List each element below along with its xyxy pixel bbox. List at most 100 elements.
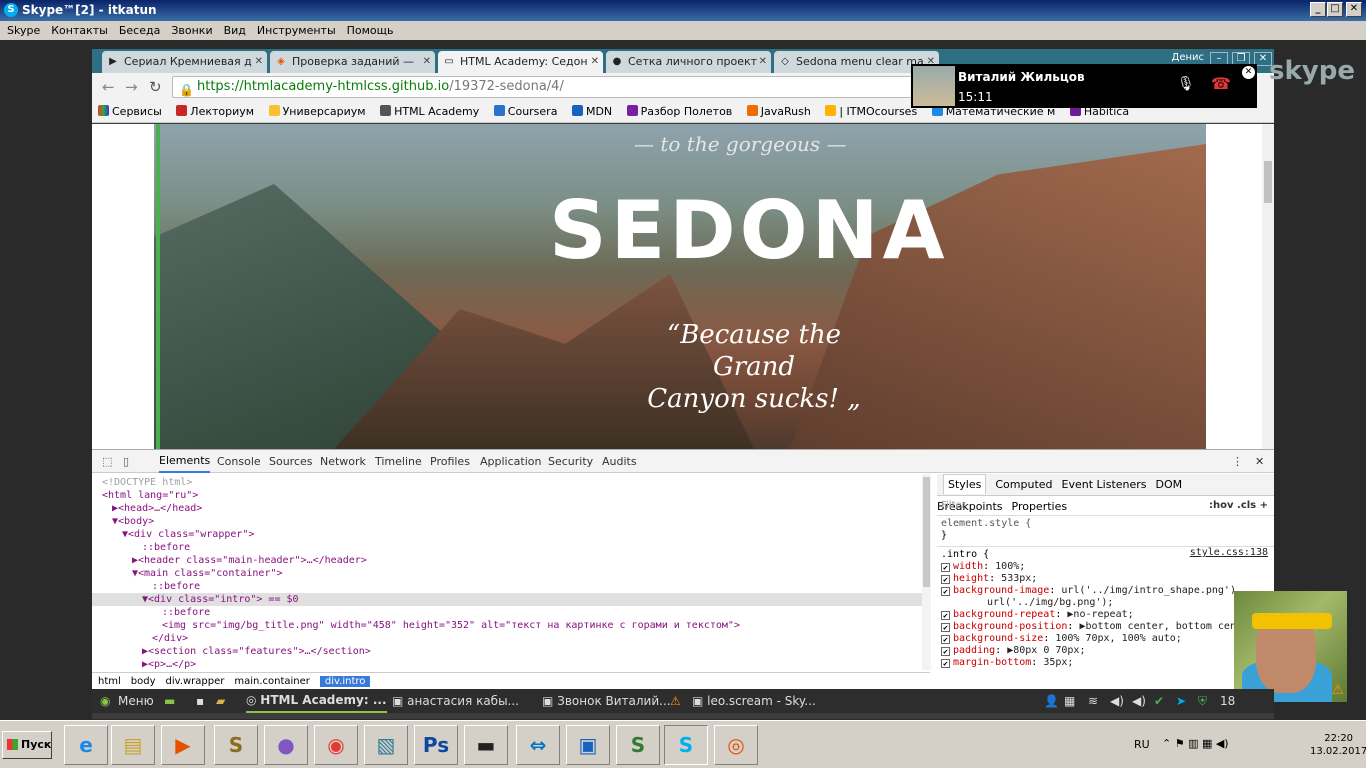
tab-console[interactable]: Console (217, 450, 261, 473)
menu-help[interactable]: Помощь (347, 24, 394, 37)
volume-icon[interactable]: ◀) (1110, 689, 1124, 713)
filter-buttons[interactable]: :hov .cls + (1209, 496, 1268, 516)
profile-name[interactable]: Денис (1172, 52, 1205, 63)
crumb-main[interactable]: main.container (234, 676, 310, 687)
chrome-icon[interactable]: ◉ (314, 725, 358, 765)
hang-up-icon[interactable]: ☎ (1211, 74, 1231, 93)
wifi-icon[interactable]: ≋ (1088, 689, 1098, 713)
dom-line[interactable]: ▶<head>…</head> (92, 502, 922, 515)
start-button[interactable]: Пуск (2, 731, 52, 759)
bookmark-html-academy[interactable]: HTML Academy (380, 105, 479, 118)
css-declaration[interactable]: ✔ margin-bottom: 35px; (937, 657, 1274, 669)
terminal-icon[interactable]: ▬ (164, 689, 175, 713)
css-declaration[interactable]: ✔ height: 533px; (937, 573, 1274, 585)
rule-source-link[interactable]: style.css:138 (1190, 547, 1268, 559)
photo-icon[interactable]: ▧ (364, 725, 408, 765)
panel-window-chrome[interactable]: ◎ HTML Academy: ... (246, 689, 387, 713)
back-icon[interactable]: ← (102, 78, 115, 96)
close-icon[interactable]: ✕ (423, 51, 431, 73)
media-icon[interactable]: ▶ (161, 725, 205, 765)
dom-line[interactable]: ▼<div class="wrapper"> (92, 528, 922, 541)
tab-profiles[interactable]: Profiles (430, 450, 470, 473)
menu-contacts[interactable]: Контакты (51, 24, 108, 37)
bookmark-universarium[interactable]: Универсариум (268, 105, 366, 118)
dom-line[interactable]: ▼<div class="intro"> == $0 (92, 593, 922, 606)
dom-line[interactable]: ▼<main class="container"> (92, 567, 922, 580)
firefox-icon[interactable]: ◎ (714, 725, 758, 765)
teamviewer-icon[interactable]: ⇔ (516, 725, 560, 765)
close-icon[interactable]: ✕ (255, 51, 263, 73)
checkbox-icon[interactable]: ✔ (941, 647, 950, 656)
bookmark-coursera[interactable]: Coursera (493, 105, 557, 118)
close-icon[interactable]: ✕ (759, 51, 767, 73)
ie-icon[interactable]: e (64, 725, 108, 765)
panel-window-skype-1[interactable]: ▣ анастасия кабы... (392, 689, 519, 713)
dom-line[interactable]: <!DOCTYPE html> (92, 476, 922, 489)
css-declaration[interactable]: ✔ background-position: ▶bottom center, bo… (937, 621, 1274, 633)
close-icon[interactable]: ✕ (1255, 450, 1264, 473)
css-declaration[interactable]: ✔ width: 100%; (937, 561, 1274, 573)
checkbox-icon[interactable]: ✔ (941, 563, 950, 572)
device-icon[interactable]: ▯ (123, 450, 129, 473)
sublime-icon[interactable]: S (214, 725, 258, 765)
maximize-button[interactable]: □ (1327, 2, 1343, 17)
dom-line[interactable]: ::before (92, 541, 922, 554)
tab-github[interactable]: ● Сетка личного проект ✕ (606, 51, 771, 73)
checkbox-icon[interactable]: ✔ (941, 623, 950, 632)
dom-line[interactable]: <img src="img/bg_title.png" width="458" … (92, 619, 922, 632)
user-icon[interactable]: 👤 (1044, 689, 1059, 713)
css-declaration[interactable]: url('../img/bg.png'); (937, 597, 1274, 609)
checkbox-icon[interactable]: ✔ (941, 659, 950, 668)
folder-icon[interactable]: ▰ (216, 689, 225, 713)
tab-audits[interactable]: Audits (602, 450, 637, 473)
skype-taskbar-icon[interactable]: S (664, 725, 708, 765)
panel-menu[interactable]: Меню (118, 689, 154, 713)
css-declaration[interactable]: ✔ background-repeat: ▶no-repeat; (937, 609, 1274, 621)
dom-scrollbar[interactable] (922, 474, 931, 670)
bookmark-mdn[interactable]: MDN (571, 105, 612, 118)
bookmark-services[interactable]: Сервисы (98, 105, 162, 118)
bookmark-javarush[interactable]: JavaRush (746, 105, 811, 118)
crumb-wrapper[interactable]: div.wrapper (166, 676, 225, 687)
photoshop-icon[interactable]: Ps (414, 725, 458, 765)
menu-tools[interactable]: Инструменты (257, 24, 336, 37)
styles-filter-input[interactable]: Filter:hov .cls + (937, 496, 1274, 516)
sound-icon[interactable]: ◀) (1132, 689, 1146, 713)
menu-calls[interactable]: Звонки (171, 24, 212, 37)
checkbox-icon[interactable]: ✔ (941, 635, 950, 644)
dom-line[interactable]: </div> (92, 632, 922, 645)
close-icon[interactable]: ✕ (1242, 66, 1255, 79)
bookmark-itmo[interactable]: | ITMOcourses (825, 105, 917, 118)
tab-network[interactable]: Network (320, 450, 366, 473)
close-icon[interactable]: ✕ (591, 51, 599, 73)
dom-line[interactable]: ▼<body> (92, 515, 922, 528)
menu-view[interactable]: Вид (224, 24, 246, 37)
menu-conversation[interactable]: Беседа (119, 24, 160, 37)
clock[interactable]: 22:20 13.02.2017 (1310, 732, 1366, 758)
page-scrollbar[interactable] (1262, 124, 1274, 449)
crumb-html[interactable]: html (98, 676, 121, 687)
checkbox-icon[interactable]: ✔ (941, 587, 950, 596)
tab-timeline[interactable]: Timeline (375, 450, 422, 473)
tab-silicon-valley[interactable]: ▶ Сериал Кремниевая д ✕ (102, 51, 267, 73)
css-declaration[interactable]: ✔ background-size: 100% 70px, 100% auto; (937, 633, 1274, 645)
tab-elements[interactable]: Elements (159, 450, 211, 473)
tab-computed[interactable]: Computed (995, 478, 1052, 491)
dom-line[interactable]: ▶<header class="main-header">…</header> (92, 554, 922, 567)
crumb-intro[interactable]: div.intro (319, 676, 371, 687)
cmd-icon[interactable]: ▬ (464, 725, 508, 765)
mint-menu-icon[interactable]: ◉ (100, 689, 110, 713)
console-icon[interactable]: ▪ (196, 689, 204, 713)
bookmark-lektorium[interactable]: Лекториум (176, 105, 254, 118)
tab-sources[interactable]: Sources (269, 450, 313, 473)
menu-skype[interactable]: Skype (7, 24, 40, 37)
check-icon[interactable]: ✔ (1154, 689, 1164, 713)
cat-icon[interactable]: ● (264, 725, 308, 765)
network-icon[interactable]: ▣ (566, 725, 610, 765)
dom-line[interactable]: <html lang="ru"> (92, 489, 922, 502)
dom-line[interactable]: ::before (92, 606, 922, 619)
tab-html-academy[interactable]: ▭ HTML Academy: Седон ✕ (438, 51, 603, 73)
minimize-button[interactable]: _ (1310, 2, 1326, 17)
evernote-icon[interactable]: S (616, 725, 660, 765)
tray-icons[interactable]: ⌃ ⚑ ▥ ▦ ◀) (1162, 737, 1229, 750)
